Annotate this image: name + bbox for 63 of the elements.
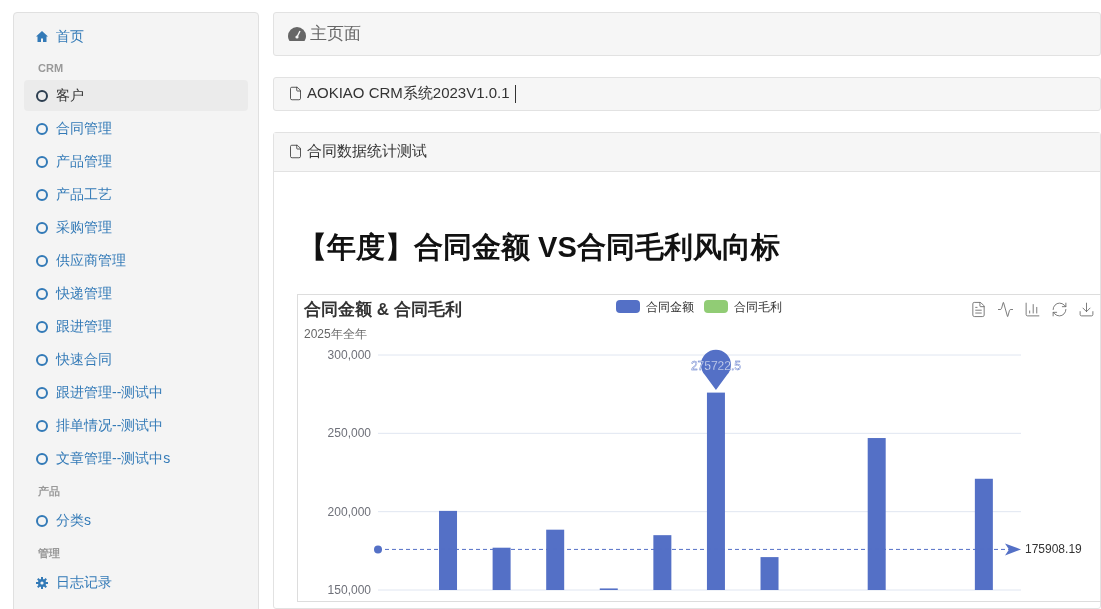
y-axis-label: 150,000 <box>327 582 371 597</box>
circle-icon <box>36 287 48 300</box>
panel-title: 合同数据统计测试 <box>307 142 427 162</box>
circle-icon <box>36 221 48 234</box>
bar <box>653 535 672 590</box>
nav-item[interactable]: 合同管理 <box>24 113 248 144</box>
nav-item[interactable]: 日志记录 <box>24 567 248 598</box>
section-title: 管理 <box>37 546 61 561</box>
circle-icon <box>36 386 48 399</box>
circle-icon <box>36 452 48 465</box>
circle-icon <box>36 188 48 201</box>
nav-item[interactable]: 快递管理 <box>24 278 248 309</box>
line-chart-icon[interactable] <box>997 300 1014 318</box>
nav-item[interactable]: 产品工艺 <box>24 179 248 210</box>
y-axis-label: 250,000 <box>327 426 371 441</box>
chart-title: 合同金额 & 合同毛利 <box>304 299 462 319</box>
line-start-marker <box>374 545 382 554</box>
bar <box>760 556 779 590</box>
circle-icon <box>36 419 48 432</box>
nav-item[interactable]: 文章管理--测试中s <box>24 443 248 474</box>
bar <box>546 529 565 590</box>
panel-title: AOKIAO CRM系统2023V1.0.1 <box>307 84 510 104</box>
circle-icon <box>36 122 48 135</box>
circle-icon <box>36 254 48 267</box>
arrow-head-icon <box>1005 543 1021 556</box>
nav-item[interactable]: 首页 <box>24 21 248 52</box>
text-cursor <box>514 84 516 103</box>
gear-icon <box>36 576 48 589</box>
bar <box>492 547 511 590</box>
download-icon[interactable] <box>1078 300 1095 318</box>
circle-icon <box>36 89 48 102</box>
nav-item[interactable]: 客户 <box>24 80 248 111</box>
average-label: 175908.19 <box>1025 542 1082 557</box>
refresh-icon[interactable] <box>1051 300 1068 318</box>
circle-icon <box>36 353 48 366</box>
chart-subtitle: 2025年全年 <box>304 326 367 341</box>
nav-item[interactable]: 跟进管理--测试中 <box>24 377 248 408</box>
data-view-icon[interactable] <box>970 300 987 318</box>
section-title: 产品 <box>37 484 61 499</box>
legend-label: 合同毛利 <box>734 299 782 314</box>
nav-item[interactable]: 供应商管理 <box>24 245 248 276</box>
dashboard-icon <box>288 26 306 41</box>
home-icon <box>36 31 48 42</box>
nav-item[interactable]: 跟进管理 <box>24 311 248 342</box>
legend-item[interactable]: 合同毛利 <box>704 299 782 314</box>
bar-chart-icon[interactable] <box>1024 300 1041 318</box>
file-icon <box>288 86 303 102</box>
nav-item[interactable]: 分类s <box>24 505 248 536</box>
chart-heading: 【年度】合同金额 VS合同毛利风向标 <box>298 229 781 265</box>
nav-item[interactable]: 排单情况--测试中 <box>24 410 248 441</box>
nav-item[interactable]: 快速合同 <box>24 344 248 375</box>
nav-item[interactable]: 产品管理 <box>24 146 248 177</box>
y-axis-label: 200,000 <box>327 504 371 519</box>
file-icon <box>288 144 303 160</box>
legend-label: 合同金额 <box>646 299 694 314</box>
page-title: 主页面 <box>310 23 361 46</box>
circle-icon <box>36 514 48 527</box>
circle-icon <box>36 155 48 168</box>
section-title: CRM <box>37 61 65 76</box>
y-axis-label: 300,000 <box>327 347 371 362</box>
nav-item[interactable]: 采购管理 <box>24 212 248 243</box>
legend-item[interactable]: 合同金额 <box>616 299 694 314</box>
circle-icon <box>36 320 48 333</box>
